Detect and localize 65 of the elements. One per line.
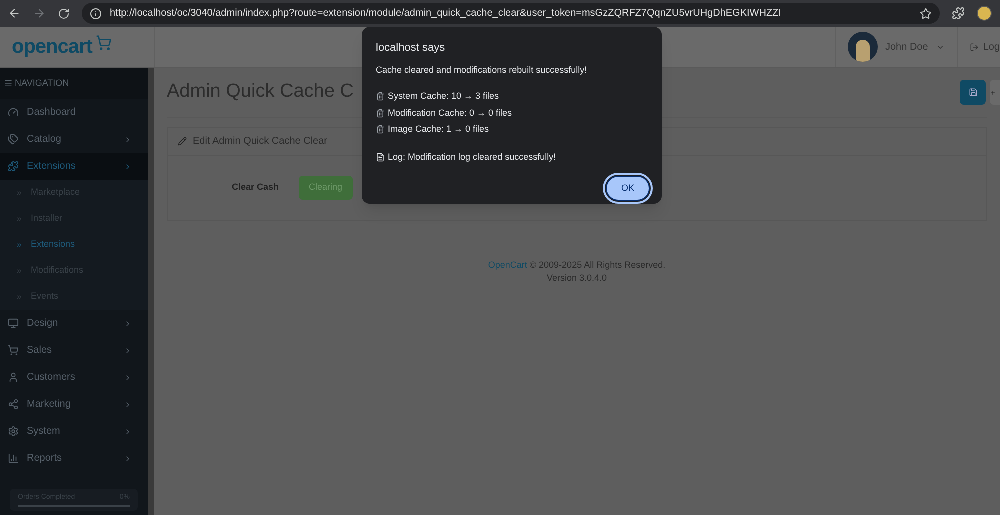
reload-icon[interactable]	[58, 8, 70, 20]
plus-icon	[990, 90, 996, 96]
chevron-icon	[124, 400, 132, 408]
sidebar-item[interactable]: Design	[0, 310, 148, 337]
pencil-icon	[178, 137, 187, 146]
field-label: Clear Cash	[230, 181, 280, 194]
save-icon	[968, 88, 978, 97]
sidebar-item[interactable]: Catalog	[0, 126, 148, 153]
save-button[interactable]	[960, 80, 986, 105]
address-bar[interactable]: http://localhost/oc/3040/admin/index.php?route=extension/module/admin_quick_cache_clear&user_token=msGzZQRFZ7QqnZU5vrUHgDhEGKIWHZZI	[82, 3, 940, 24]
chevron-icon	[124, 346, 132, 354]
user-avatar[interactable]	[848, 32, 878, 62]
forward-icon[interactable]	[33, 7, 46, 20]
dialog-title: localhost says	[376, 41, 446, 56]
sidebar-item[interactable]: Customers	[0, 364, 148, 391]
trash-icon	[376, 125, 385, 134]
url-text: http://localhost/oc/3040/admin/index.php?route=extension/module/admin_quick_cache_clear&user_token=msGzZQRFZ7QqnZU5vrUHgDhEGKIWHZZI	[110, 7, 782, 21]
chevron-icon	[124, 320, 132, 328]
nav-icon	[8, 318, 19, 329]
info-icon[interactable]	[90, 8, 102, 20]
menu-icon[interactable]	[4, 79, 13, 88]
chevron-icon	[124, 454, 132, 462]
trash-icon	[376, 108, 385, 118]
nav-icon	[8, 345, 19, 356]
document-icon	[376, 152, 385, 162]
nav-icon	[8, 426, 19, 437]
chevrons-icon	[16, 216, 23, 222]
sidebar-item[interactable]: Extensions	[0, 153, 148, 180]
dialog-line: Log: Modification log cleared successfully!	[388, 150, 556, 164]
trash-icon	[376, 92, 385, 102]
chevron-icon	[124, 136, 132, 144]
nav-icon	[8, 453, 19, 464]
dialog-line: System Cache: 10 → 3 files	[388, 90, 500, 103]
sidebar-heading: NAVIGATION	[15, 76, 70, 90]
ok-button[interactable]: OK	[606, 176, 650, 201]
chevron-icon	[124, 374, 132, 382]
chevrons-icon	[16, 268, 23, 274]
nav-icon	[8, 161, 19, 172]
profile-avatar[interactable]	[977, 6, 992, 21]
sidebar-item[interactable]: Reports	[0, 445, 148, 472]
back-icon[interactable]	[8, 7, 21, 20]
chevrons-icon	[16, 242, 23, 248]
nav-icon	[8, 107, 19, 118]
sidebar-item[interactable]: Sales	[0, 337, 148, 364]
nav-icon	[8, 399, 19, 410]
dialog-line: Modification Cache: 0 → 0 files	[388, 106, 512, 120]
dialog-message: Cache cleared and modifications rebuilt successfully!	[376, 64, 588, 77]
sidebar-item[interactable]: System	[0, 418, 148, 445]
logout-link[interactable]: Log	[983, 40, 1000, 54]
user-name[interactable]: John Doe	[886, 40, 928, 54]
chevron-icon	[124, 162, 132, 170]
sidebar-item[interactable]: Marketing	[0, 391, 148, 418]
chevron-icon	[124, 428, 132, 436]
chevrons-icon	[16, 294, 23, 300]
star-icon[interactable]	[920, 8, 932, 20]
cart-icon	[96, 35, 112, 51]
extensions-icon[interactable]	[952, 7, 965, 20]
nav-icon	[8, 372, 19, 383]
submenu-item[interactable]: Extensions	[0, 232, 148, 258]
logo-text[interactable]: opencart	[12, 32, 92, 62]
opencart-link[interactable]: OpenCart	[488, 260, 528, 270]
sidebar-item[interactable]: Dashboard	[0, 99, 148, 126]
nav-icon	[8, 134, 19, 145]
dialog-line: Image Cache: 1 → 0 files	[388, 123, 490, 136]
chevrons-icon	[16, 190, 23, 196]
